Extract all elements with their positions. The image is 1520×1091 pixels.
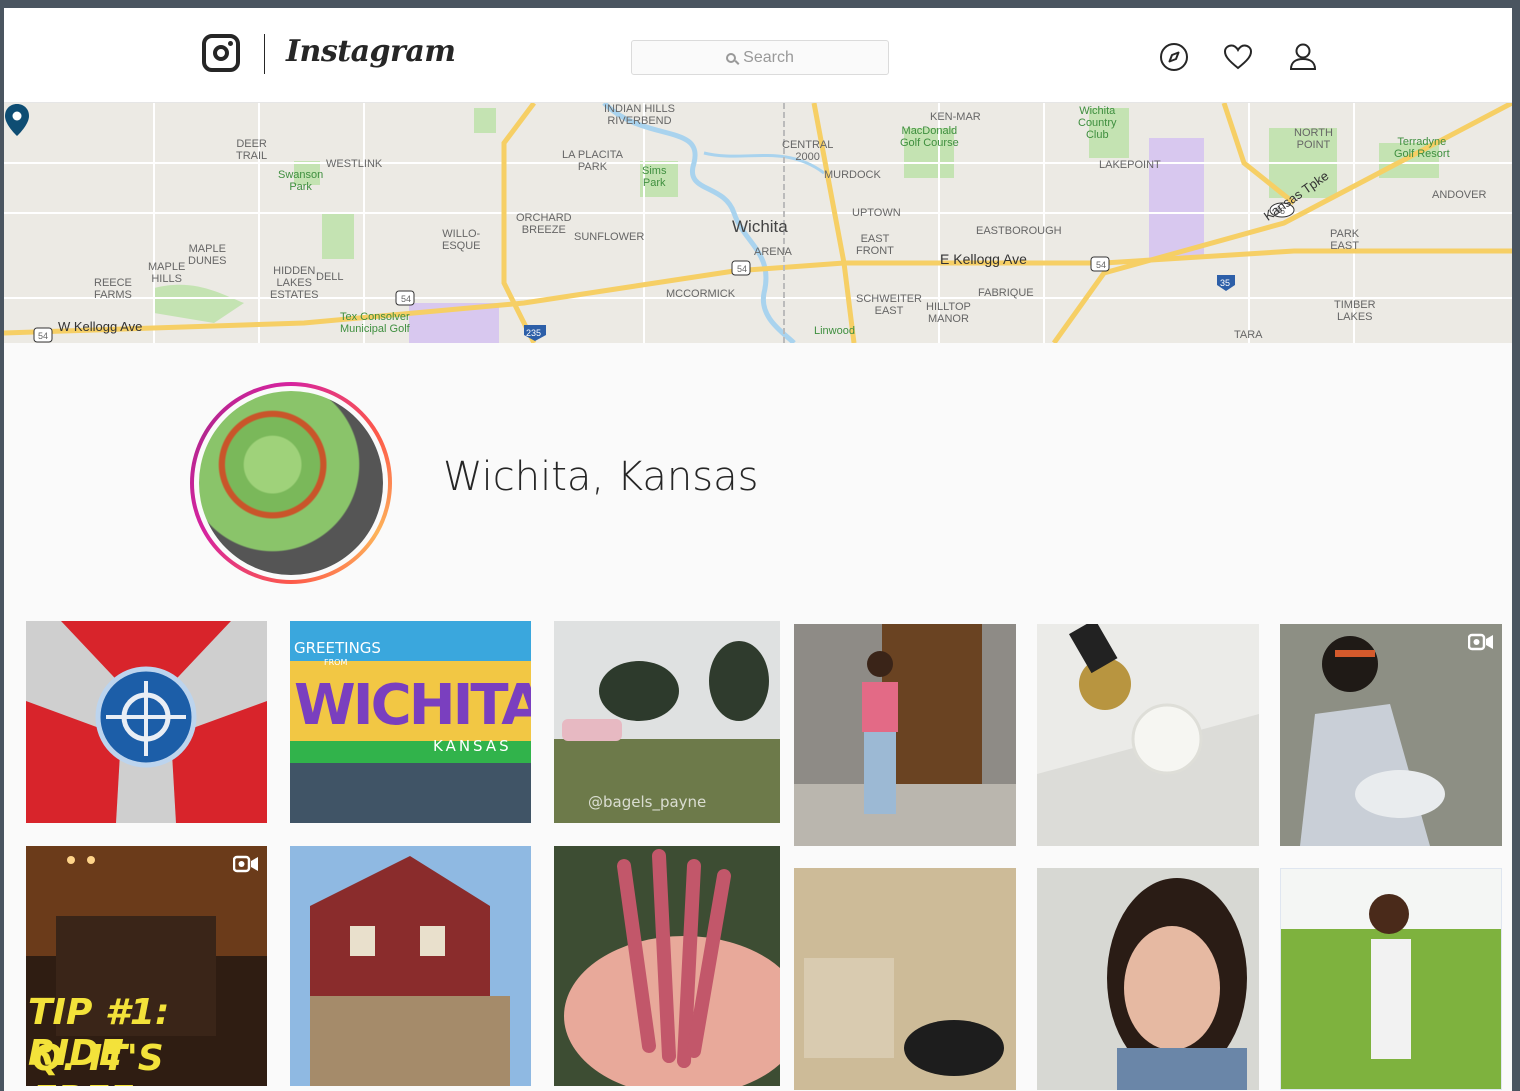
map-label-maple-dunes: MAPLE DUNES bbox=[188, 243, 227, 267]
post-tile-1[interactable] bbox=[26, 621, 267, 823]
logo-divider bbox=[264, 34, 265, 74]
map-label-arena: ARENA bbox=[754, 246, 792, 258]
location-avatar[interactable] bbox=[190, 382, 392, 584]
post-image-okra bbox=[554, 846, 780, 1086]
map-shield-54: 54 bbox=[737, 264, 748, 274]
map-label-wichita-cc: Wichita Country Club bbox=[1078, 105, 1117, 141]
post-tile-12[interactable] bbox=[1280, 868, 1502, 1090]
instagram-camera-icon[interactable] bbox=[202, 34, 240, 72]
map-label-ken-mar: KEN-MAR bbox=[930, 111, 981, 123]
map-label-sims-park: Sims Park bbox=[642, 165, 667, 189]
video-icon bbox=[1468, 633, 1493, 651]
post-tile-9[interactable] bbox=[554, 846, 780, 1086]
video-icon bbox=[233, 855, 258, 873]
map-label-hidden-lakes: HIDDEN LAKES ESTATES bbox=[270, 265, 319, 301]
post-tile-8[interactable] bbox=[290, 846, 531, 1086]
post-image-guitarist bbox=[1280, 624, 1502, 846]
post-image-woman-door bbox=[794, 624, 1016, 846]
post-tile-11[interactable] bbox=[1037, 868, 1259, 1090]
map-label-lakepoint: LAKEPOINT bbox=[1099, 159, 1161, 171]
map-label-orchard-breeze: ORCHARD BREEZE bbox=[516, 212, 572, 236]
post-tile-7[interactable]: TIP #1: RIDE Q. IT'S FREE bbox=[26, 846, 267, 1086]
mural-text-from: FROM bbox=[324, 658, 348, 667]
map-label-maple-hills: MAPLE HILLS bbox=[148, 261, 186, 285]
post-image-wax-seal bbox=[1037, 624, 1259, 846]
map-label-la-placita: LA PLACITA PARK bbox=[562, 149, 623, 173]
map-label-uptown: UPTOWN bbox=[852, 207, 901, 219]
map-label-swanson-park: Swanson Park bbox=[278, 169, 324, 193]
map-label-hilltop: HILLTOP MANOR bbox=[926, 301, 971, 325]
map-label-reece-farms: REECE FARMS bbox=[94, 277, 132, 301]
post-tile-2[interactable]: GREETINGS FROM WICHITA KANSAS bbox=[290, 621, 531, 823]
instagram-wordmark[interactable]: Instagram bbox=[286, 34, 456, 69]
map-road-west-kellogg: W Kellogg Ave bbox=[58, 319, 143, 334]
post-tile-5[interactable] bbox=[1037, 624, 1259, 846]
map-label-willo-esque: WILLO- ESQUE bbox=[442, 228, 481, 252]
map-label-murdock: MURDOCK bbox=[824, 169, 881, 181]
profile-user-icon[interactable] bbox=[1288, 42, 1318, 72]
search-placeholder: Search bbox=[743, 48, 794, 66]
map-shield-54b: 54 bbox=[401, 294, 412, 304]
map-label-tex-consolver: Tex Consolver Municipal Golf bbox=[340, 311, 410, 335]
map-label-terradyne: Terradyne Golf Resort bbox=[1394, 136, 1450, 160]
map-label-schweiter: SCHWEITER EAST bbox=[856, 293, 922, 317]
map-label-westlink: WESTLINK bbox=[326, 158, 383, 170]
map-label-mccormick: MCCORMICK bbox=[666, 288, 736, 300]
map-road-east-kellogg: E Kellogg Ave bbox=[940, 251, 1027, 267]
map-shield-35: 35 bbox=[1220, 278, 1231, 288]
map-shield-235: 235 bbox=[526, 328, 542, 338]
map-label-north-point: NORTH POINT bbox=[1294, 127, 1333, 151]
map-label-andover: ANDOVER bbox=[1432, 189, 1487, 201]
map-label-fabrique: FABRIQUE bbox=[978, 287, 1034, 299]
post-image-flag-sculpture bbox=[26, 621, 267, 823]
activity-heart-icon[interactable] bbox=[1223, 42, 1253, 72]
search-icon bbox=[726, 52, 737, 63]
post-tile-6[interactable] bbox=[1280, 624, 1502, 846]
map-label-macdonald: MacDonald Golf Course bbox=[900, 125, 959, 149]
post-tile-4[interactable] bbox=[794, 624, 1016, 846]
map-label-deer-trail: DEER TRAIL bbox=[236, 138, 268, 162]
mural-text-city: WICHITA bbox=[294, 673, 531, 738]
post-image-cornfield bbox=[1281, 869, 1501, 1089]
mural-text-greetings: GREETINGS bbox=[294, 639, 381, 657]
map-city-label: Wichita bbox=[732, 217, 788, 236]
avatar-image bbox=[199, 391, 383, 575]
map-label-timber-lakes: TIMBER LAKES bbox=[1334, 299, 1376, 323]
map-label-park-east: PARK EAST bbox=[1330, 228, 1360, 252]
instagram-window: Instagram Search INDIAN HILLS RIVERBEND … bbox=[4, 8, 1512, 1091]
mural-text-state: KANSAS bbox=[433, 737, 512, 755]
map-label-linwood: Linwood bbox=[814, 325, 855, 337]
post-image-victorian-house bbox=[290, 846, 531, 1086]
map-label-eastborough: EASTBOROUGH bbox=[976, 225, 1062, 237]
post-tile-10[interactable] bbox=[794, 868, 1016, 1090]
explore-compass-icon[interactable] bbox=[1159, 42, 1189, 72]
location-map[interactable]: INDIAN HILLS RIVERBEND DEER TRAIL WESTLI… bbox=[4, 103, 1512, 343]
post-caption-free: Q. IT'S FREE bbox=[32, 1038, 164, 1086]
map-label-riverbend: INDIAN HILLS RIVERBEND bbox=[604, 103, 675, 127]
search-input[interactable]: Search bbox=[631, 40, 889, 75]
map-shield-54d: 54 bbox=[38, 331, 49, 341]
location-pin-icon[interactable] bbox=[4, 103, 30, 137]
map-label-tara: TARA bbox=[1234, 329, 1263, 341]
post-image-wood-shavings bbox=[794, 868, 1016, 1090]
map-label-central: CENTRAL 2000 bbox=[782, 139, 834, 163]
map-label-sunflower: SUNFLOWER bbox=[574, 231, 645, 243]
post-tile-3[interactable]: @bagels_payne bbox=[554, 621, 780, 823]
top-nav-bar: Instagram Search bbox=[4, 8, 1512, 103]
post-watermark: @bagels_payne bbox=[588, 793, 707, 811]
post-image-selfie bbox=[1037, 868, 1259, 1090]
map-label-dell: DELL bbox=[316, 271, 344, 283]
map-shield-54c: 54 bbox=[1096, 260, 1107, 270]
location-title: Wichita, Kansas bbox=[443, 454, 759, 500]
map-label-east-front: EAST FRONT bbox=[856, 233, 894, 257]
